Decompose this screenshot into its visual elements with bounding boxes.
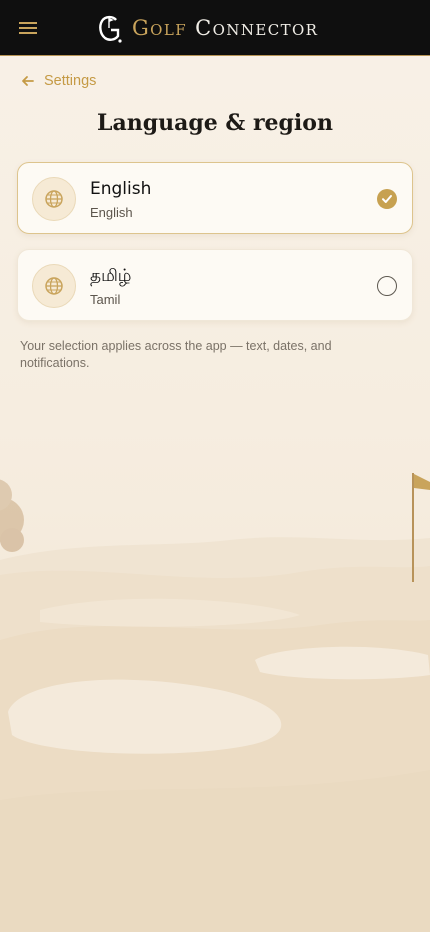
arrow-left-icon	[22, 76, 34, 86]
brand-name: Golf Connector	[132, 16, 318, 40]
brand-word-golf: Golf	[132, 16, 188, 40]
brand-word-connector: Connector	[195, 16, 319, 40]
unselected-radio[interactable]	[377, 276, 397, 296]
golf-connector-logo-icon	[99, 15, 122, 43]
brand[interactable]: Golf Connector	[96, 10, 318, 46]
hamburger-menu-icon	[19, 22, 37, 34]
hamburger-menu-button[interactable]	[12, 14, 44, 42]
language-sublabel: English	[90, 205, 133, 220]
language-sublabel: Tamil	[90, 292, 121, 307]
back-link-label: Settings	[44, 73, 97, 89]
selected-radio[interactable]	[377, 189, 397, 209]
globe-icon	[32, 264, 76, 308]
golf-course-background	[0, 0, 430, 932]
globe-icon	[32, 177, 76, 221]
language-option-tamil[interactable]: தமிழ் Tamil	[17, 249, 413, 321]
language-option-english[interactable]: English English	[17, 162, 413, 234]
page-title: Language & region	[97, 110, 333, 136]
top-app-bar: Golf Connector	[0, 0, 430, 56]
checkmark-icon	[382, 195, 392, 203]
back-to-settings-link[interactable]: Settings	[20, 71, 96, 91]
language-name: தமிழ்	[90, 266, 132, 286]
selection-note: Your selection applies across the app — …	[20, 339, 332, 370]
language-name: English	[90, 179, 152, 199]
